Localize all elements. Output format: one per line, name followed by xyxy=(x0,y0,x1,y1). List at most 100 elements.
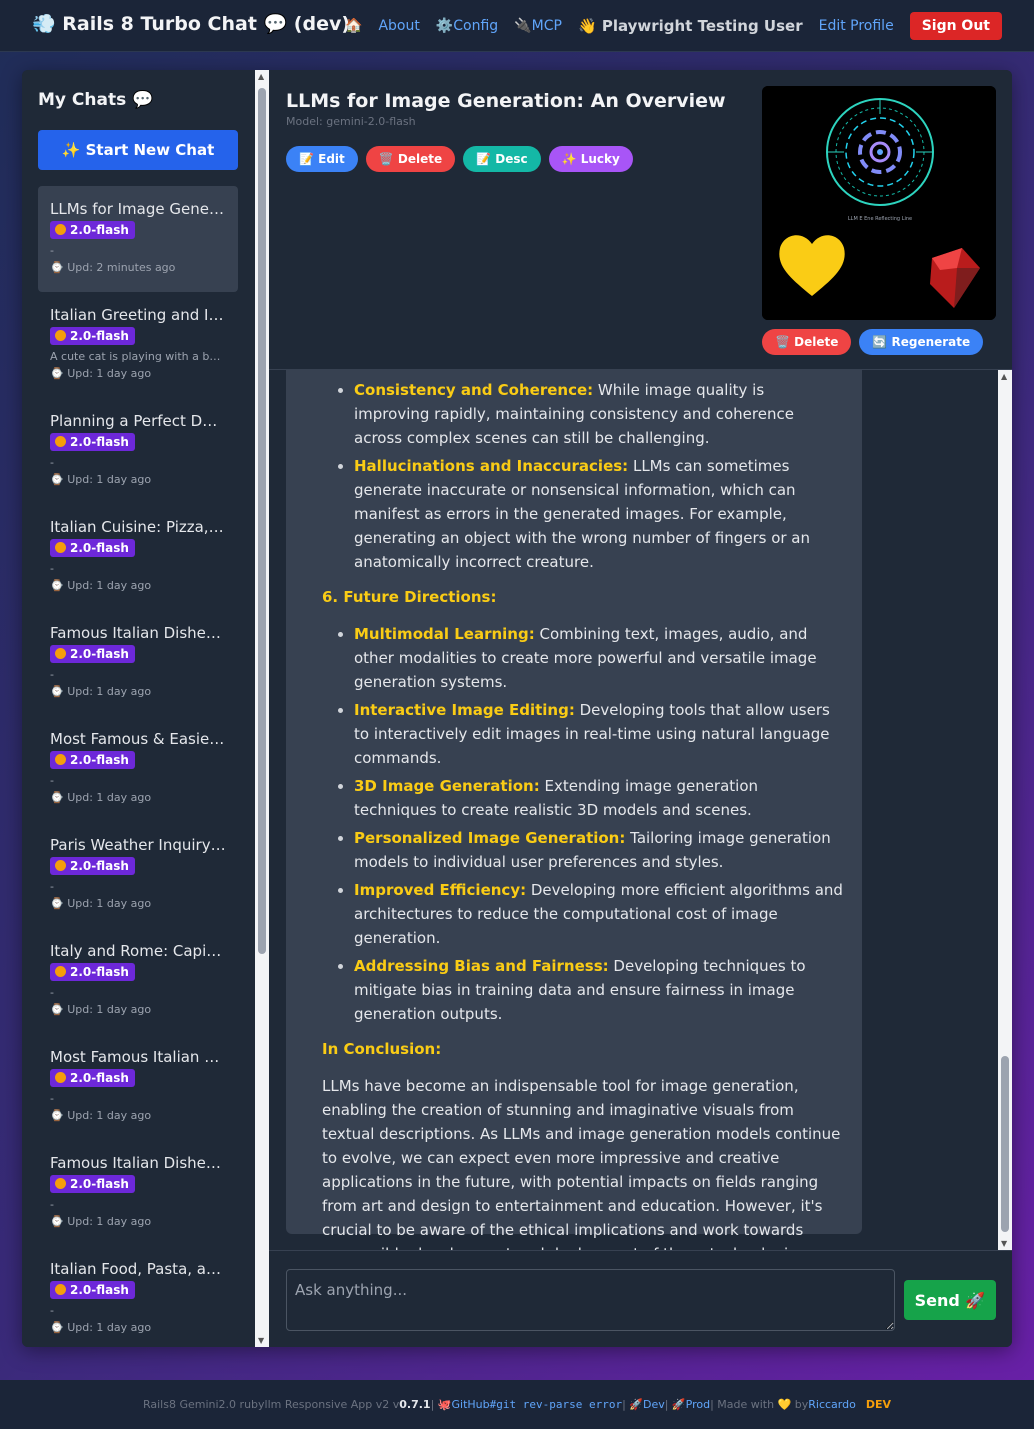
model-badge: 2.0-flash xyxy=(50,963,135,981)
generated-image-art: LLM E Ene Reflecting Line xyxy=(762,86,996,320)
chat-list-item[interactable]: Most Famous Italian Desserts 2.0-flash -… xyxy=(38,1034,238,1140)
current-user-label: 👋 Playwright Testing User xyxy=(577,17,803,35)
chat-item-updated: ⌚ Upd: 2 minutes ago xyxy=(50,261,176,274)
scroll-down-arrow-icon[interactable]: ▼ xyxy=(258,1336,264,1345)
sign-out-button[interactable]: Sign Out xyxy=(909,12,1002,40)
clock-icon: ⌚ xyxy=(50,1109,68,1122)
start-new-chat-button[interactable]: ✨ Start New Chat xyxy=(38,130,238,170)
delete-chat-button[interactable]: 🗑️ Delete xyxy=(365,146,456,172)
chat-list-item[interactable]: Famous Italian Dishes Explained 2.0-flas… xyxy=(38,610,238,716)
github-link[interactable]: GitHub xyxy=(451,1398,489,1411)
chat-item-updated: ⌚ Upd: 1 day ago xyxy=(50,473,152,486)
clock-icon: ⌚ xyxy=(50,1321,68,1334)
chat-item-updated: ⌚ Upd: 1 day ago xyxy=(50,1109,152,1122)
prod-link[interactable]: Prod xyxy=(686,1398,710,1411)
delete-image-button[interactable]: 🗑️ Delete xyxy=(762,329,852,355)
footer-app-name: Rails8 Gemini2.0 rubyllm Responsive App … xyxy=(142,1398,400,1411)
list-item: Consistency and Coherence: While image q… xyxy=(354,378,844,450)
list-item: Hallucinations and Inaccuracies: LLMs ca… xyxy=(354,454,844,574)
message-composer: Send 🚀 xyxy=(269,1250,1012,1347)
message-input[interactable] xyxy=(286,1269,895,1331)
edit-chat-button[interactable]: 📝 Edit xyxy=(286,146,358,172)
send-button[interactable]: Send 🚀 xyxy=(904,1280,996,1320)
mcp-link[interactable]: 🔌MCP xyxy=(514,18,562,34)
chat-item-updated: ⌚ Upd: 1 day ago xyxy=(50,1321,152,1334)
scroll-down-arrow-icon[interactable]: ▼ xyxy=(1001,1239,1007,1248)
gemini-coin-icon xyxy=(55,330,66,341)
regenerate-image-button[interactable]: 🔄 Regenerate xyxy=(859,329,984,355)
dev-link[interactable]: Dev xyxy=(643,1398,665,1411)
lucky-button[interactable]: ✨ Lucky xyxy=(548,146,633,172)
image-actions: 🗑️ Delete 🔄 Regenerate xyxy=(762,329,984,355)
chat-item-description: - xyxy=(50,880,54,893)
chat-header: LLMs for Image Generation: An Overview M… xyxy=(269,70,1012,370)
chat-list-item[interactable]: Italian Greeting and Introduction 2.0-fl… xyxy=(38,292,238,398)
chat-sidebar: My Chats 💬 ✨ Start New Chat LLMs for Ima… xyxy=(22,70,255,1347)
footer-sep: | 🚀 xyxy=(622,1398,643,1411)
chat-list-item[interactable]: Italy and Rome: Capital Facts 2.0-flash … xyxy=(38,928,238,1034)
model-badge: 2.0-flash xyxy=(50,645,135,663)
generated-image[interactable]: LLM E Ene Reflecting Line xyxy=(762,86,996,320)
chat-item-title: Most Famous Italian Desserts xyxy=(50,1048,226,1066)
chat-item-updated: ⌚ Upd: 1 day ago xyxy=(50,791,152,804)
chat-list-item[interactable]: Planning a Perfect Day in Rome 2.0-flash… xyxy=(38,398,238,504)
about-link[interactable]: About xyxy=(378,18,419,34)
limitations-list: Consistency and Coherence: While image q… xyxy=(322,378,844,574)
model-badge: 2.0-flash xyxy=(50,1281,135,1299)
clock-icon: ⌚ xyxy=(50,897,68,910)
messages-area: Consistency and Coherence: While image q… xyxy=(269,370,998,1250)
chat-list-item[interactable]: LLMs for Image Generation: An Overview 2… xyxy=(38,186,238,292)
clock-icon: ⌚ xyxy=(50,473,68,486)
chat-item-updated: ⌚ Upd: 1 day ago xyxy=(50,367,152,380)
image-caption: LLM E Ene Reflecting Line xyxy=(848,216,912,222)
model-badge: 2.0-flash xyxy=(50,751,135,769)
app-brand[interactable]: 💨 Rails 8 Turbo Chat 💬 (dev) xyxy=(32,12,350,35)
chat-item-updated: ⌚ Upd: 1 day ago xyxy=(50,685,152,698)
model-badge: 2.0-flash xyxy=(50,327,135,345)
chat-main: LLMs for Image Generation: An Overview M… xyxy=(269,70,1012,1347)
model-badge: 2.0-flash xyxy=(50,433,135,451)
sidebar-scrollbar[interactable]: ▲ ▼ xyxy=(255,70,269,1347)
chat-item-title: Italian Cuisine: Pizza, Pasta and More xyxy=(50,518,226,536)
author-link[interactable]: Riccardo xyxy=(808,1398,856,1411)
clock-icon: ⌚ xyxy=(50,1215,68,1228)
model-badge: 2.0-flash xyxy=(50,539,135,557)
clock-icon: ⌚ xyxy=(50,1003,68,1016)
gemini-coin-icon xyxy=(55,1072,66,1083)
scroll-up-arrow-icon[interactable]: ▲ xyxy=(1001,372,1007,381)
edit-profile-link[interactable]: Edit Profile xyxy=(819,18,894,34)
sidebar-scroll-thumb[interactable] xyxy=(258,88,266,954)
description-button[interactable]: 📝 Desc xyxy=(463,146,541,172)
footer-sep: | 🐙 xyxy=(430,1398,452,1411)
messages-scroll-thumb[interactable] xyxy=(1001,1056,1009,1232)
chat-list-item[interactable]: Paris Weather Inquiry Today 2.0-flash - … xyxy=(38,822,238,928)
chat-list-item[interactable]: Italian Cuisine: Pizza, Pasta and More 2… xyxy=(38,504,238,610)
gemini-coin-icon xyxy=(55,1178,66,1189)
chat-list: LLMs for Image Generation: An Overview 2… xyxy=(38,186,238,1347)
chat-title: LLMs for Image Generation: An Overview xyxy=(286,90,726,112)
chat-item-description: - xyxy=(50,668,54,681)
chat-item-title: Italy and Rome: Capital Facts xyxy=(50,942,226,960)
chat-item-description: - xyxy=(50,774,54,787)
section-heading-conclusion: In Conclusion: xyxy=(322,1040,442,1058)
scroll-up-arrow-icon[interactable]: ▲ xyxy=(258,72,264,81)
messages-scrollbar[interactable]: ▲ ▼ xyxy=(998,370,1012,1250)
chat-item-title: Planning a Perfect Day in Rome xyxy=(50,412,226,430)
home-link[interactable]: 🏠 xyxy=(345,18,362,34)
list-item: Personalized Image Generation: Tailoring… xyxy=(354,826,844,874)
chat-list-item[interactable]: Most Famous & Easiest Recipes 2.0-flash … xyxy=(38,716,238,822)
config-link[interactable]: ⚙️Config xyxy=(436,18,498,34)
chat-item-description: - xyxy=(50,986,54,999)
chat-item-title: LLMs for Image Generation: An Overview xyxy=(50,200,226,218)
future-directions-list: Multimodal Learning: Combining text, ima… xyxy=(322,622,844,1026)
chat-list-item[interactable]: Italian Food, Pasta, and Wine 2.0-flash … xyxy=(38,1246,238,1347)
chat-list-item[interactable]: Famous Italian Dishes List 2.0-flash - ⌚… xyxy=(38,1140,238,1246)
list-item: Interactive Image Editing: Developing to… xyxy=(354,698,844,770)
conclusion-paragraph: LLMs have become an indispensable tool f… xyxy=(322,1077,841,1250)
footer-sep: | 🚀 xyxy=(664,1398,686,1411)
gemini-coin-icon xyxy=(55,1284,66,1295)
chat-item-title: Most Famous & Easiest Recipes xyxy=(50,730,226,748)
clock-icon: ⌚ xyxy=(50,685,68,698)
chat-item-updated: ⌚ Upd: 1 day ago xyxy=(50,897,152,910)
chat-item-description: - xyxy=(50,1092,54,1105)
